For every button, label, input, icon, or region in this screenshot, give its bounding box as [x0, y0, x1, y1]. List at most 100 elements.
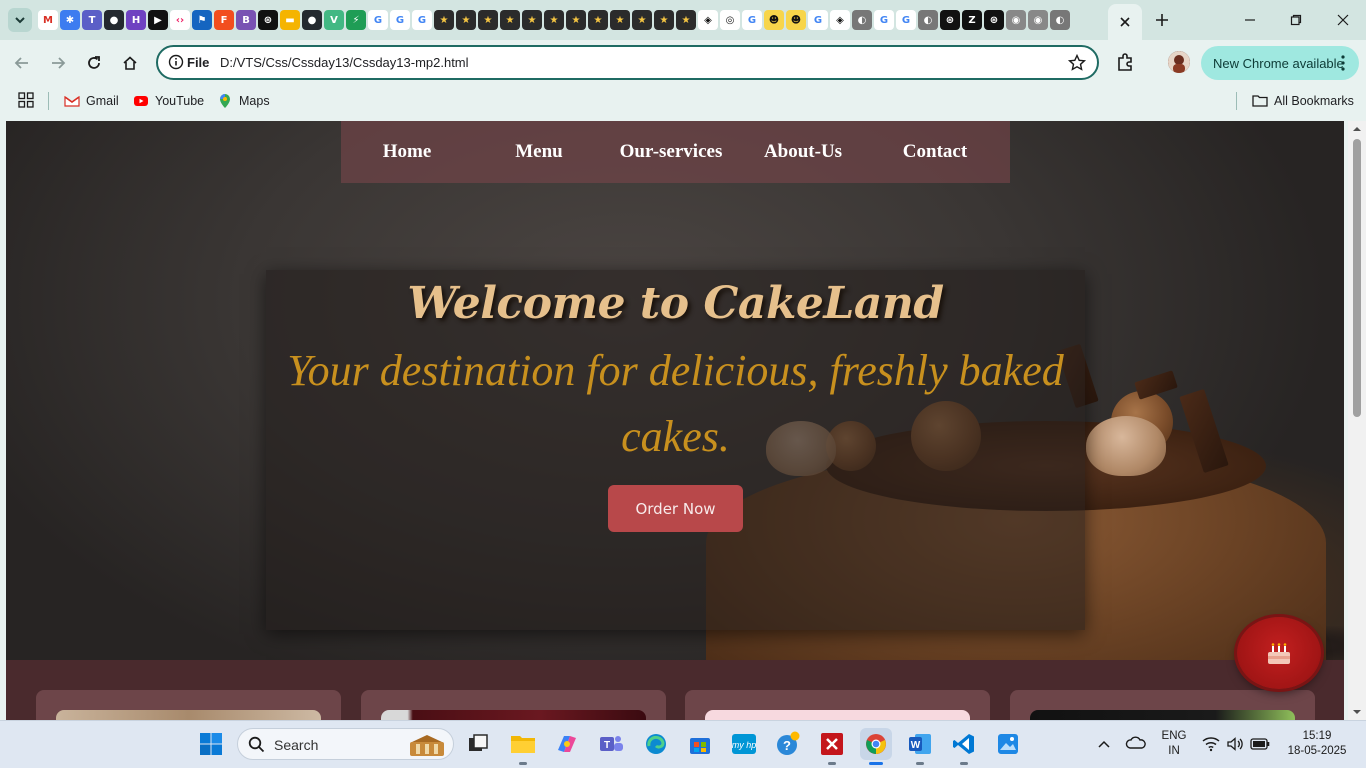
close-window-button[interactable] [1331, 8, 1355, 32]
google-tab-icon-2[interactable]: G [390, 10, 410, 30]
bootstrap-tab-icon[interactable]: B [236, 10, 256, 30]
star-tab-icon-4[interactable]: ★ [500, 10, 520, 30]
globe-tab-icon-3[interactable]: ◐ [1050, 10, 1070, 30]
cap-tab-icon[interactable]: ▬ [280, 10, 300, 30]
openai-tab-icon[interactable]: ⊛ [258, 10, 278, 30]
google-tab-icon-3[interactable]: G [412, 10, 432, 30]
address-bar[interactable]: File D:/VTS/Css/Cssday13/Cssday13-mp2.ht… [156, 45, 1099, 80]
scroll-thumb[interactable] [1353, 139, 1361, 417]
minimize-button[interactable] [1238, 8, 1262, 32]
cake-card[interactable] [685, 690, 990, 720]
zs-tab-icon[interactable]: Z [962, 10, 982, 30]
info-icon[interactable] [168, 54, 184, 70]
star-tab-icon-2[interactable]: ★ [456, 10, 476, 30]
volume-icon[interactable] [1226, 736, 1244, 752]
nav-menu[interactable]: Menu [473, 121, 605, 183]
bookmark-maps[interactable]: Maps [217, 92, 270, 110]
floating-cake-button[interactable] [1237, 617, 1321, 689]
cake-card[interactable] [36, 690, 341, 720]
restore-button[interactable] [1284, 8, 1308, 32]
chrome-tab-icon[interactable]: ◉ [1006, 10, 1026, 30]
cake-card[interactable] [1010, 690, 1315, 720]
apps-grid-icon[interactable] [18, 92, 34, 108]
star-tab-icon-11[interactable]: ★ [654, 10, 674, 30]
edge-button[interactable] [640, 728, 672, 760]
help-button[interactable]: ? [772, 728, 804, 760]
mascot-tab-icon-2[interactable]: ☻ [786, 10, 806, 30]
order-now-button[interactable]: Order Now [608, 485, 743, 532]
google-tab-icon-7[interactable]: G [896, 10, 916, 30]
clock[interactable]: 15:19 18-05-2025 [1282, 729, 1352, 759]
chevron-up-icon[interactable] [1097, 738, 1111, 750]
star-tab-icon-10[interactable]: ★ [632, 10, 652, 30]
profile-avatar[interactable] [1168, 51, 1190, 73]
globe-tab-icon[interactable]: ◐ [852, 10, 872, 30]
photos-button[interactable] [992, 728, 1024, 760]
star-tab-icon-8[interactable]: ★ [588, 10, 608, 30]
teams-tab-icon[interactable]: T [82, 10, 102, 30]
teams-button[interactable]: T [595, 728, 627, 760]
star-tab-icon-9[interactable]: ★ [610, 10, 630, 30]
back-button[interactable] [9, 50, 35, 76]
cake-card[interactable] [361, 690, 666, 720]
figma-tab-icon-2[interactable]: F [214, 10, 234, 30]
page-scrollbar[interactable] [1348, 121, 1366, 720]
extensions-icon[interactable] [1114, 50, 1138, 74]
google-tab-icon[interactable]: G [368, 10, 388, 30]
code-tab-icon[interactable]: ‹› [170, 10, 190, 30]
github-tab-icon-2[interactable]: ● [302, 10, 322, 30]
task-view-button[interactable] [462, 728, 494, 760]
new-tab-button[interactable] [1150, 8, 1174, 32]
copilot-button[interactable] [551, 728, 583, 760]
figma-tab-icon[interactable]: ✱ [60, 10, 80, 30]
app-tab-icon[interactable]: H [126, 10, 146, 30]
openai-tab-icon-2[interactable]: ⊛ [940, 10, 960, 30]
nav-contact[interactable]: Contact [869, 121, 1001, 183]
scroll-up-icon[interactable] [1352, 124, 1362, 134]
tab-search-button[interactable] [8, 8, 32, 32]
more-options-icon[interactable] [1337, 52, 1349, 74]
gmail-tab-icon[interactable]: M [38, 10, 58, 30]
close-icon[interactable] [1120, 17, 1130, 27]
onedrive-icon[interactable] [1125, 735, 1147, 751]
star-tab-icon[interactable]: ★ [434, 10, 454, 30]
scroll-down-icon[interactable] [1352, 707, 1362, 717]
github-tab-icon[interactable]: ● [104, 10, 124, 30]
star-tab-icon-5[interactable]: ★ [522, 10, 542, 30]
bookmark-star-icon[interactable] [1067, 53, 1087, 73]
store-button[interactable] [684, 728, 716, 760]
file-explorer-button[interactable] [507, 728, 539, 765]
pdf-app-button[interactable] [816, 728, 848, 765]
update-chrome-button[interactable]: New Chrome available [1201, 46, 1359, 80]
word-button[interactable]: W [904, 728, 936, 765]
chatgpt-tab-icon[interactable]: ◎ [720, 10, 740, 30]
battery-icon[interactable] [1250, 737, 1270, 751]
reload-button[interactable] [81, 50, 107, 76]
star-tab-icon-3[interactable]: ★ [478, 10, 498, 30]
bookmark-youtube[interactable]: YouTube [133, 92, 204, 110]
codepen-tab-icon-2[interactable]: ◈ [830, 10, 850, 30]
google-tab-icon-6[interactable]: G [874, 10, 894, 30]
bookmark-gmail[interactable]: Gmail [64, 92, 119, 110]
chrome-button[interactable] [860, 728, 892, 765]
google-tab-icon-4[interactable]: G [742, 10, 762, 30]
globe-tab-icon-2[interactable]: ◐ [918, 10, 938, 30]
star-tab-icon-12[interactable]: ★ [676, 10, 696, 30]
nav-home[interactable]: Home [341, 121, 473, 183]
taskbar-search[interactable]: Search [237, 728, 454, 760]
mascot-tab-icon[interactable]: ☻ [764, 10, 784, 30]
all-bookmarks-button[interactable]: All Bookmarks [1252, 92, 1354, 110]
vscode-button[interactable] [948, 728, 980, 765]
codepen-tab-icon[interactable]: ◈ [698, 10, 718, 30]
start-button[interactable] [195, 728, 227, 760]
home-button[interactable] [117, 50, 143, 76]
nav-our-services[interactable]: Our-services [605, 121, 737, 183]
google-tab-icon-5[interactable]: G [808, 10, 828, 30]
star-tab-icon-7[interactable]: ★ [566, 10, 586, 30]
url-text[interactable]: D:/VTS/Css/Cssday13/Cssday13-mp2.html [220, 55, 469, 70]
bolt-tab-icon[interactable]: ⚡ [346, 10, 366, 30]
nav-about-us[interactable]: About-Us [737, 121, 869, 183]
star-tab-icon-6[interactable]: ★ [544, 10, 564, 30]
active-tab[interactable] [1108, 4, 1142, 40]
flag-tab-icon[interactable]: ⚑ [192, 10, 212, 30]
